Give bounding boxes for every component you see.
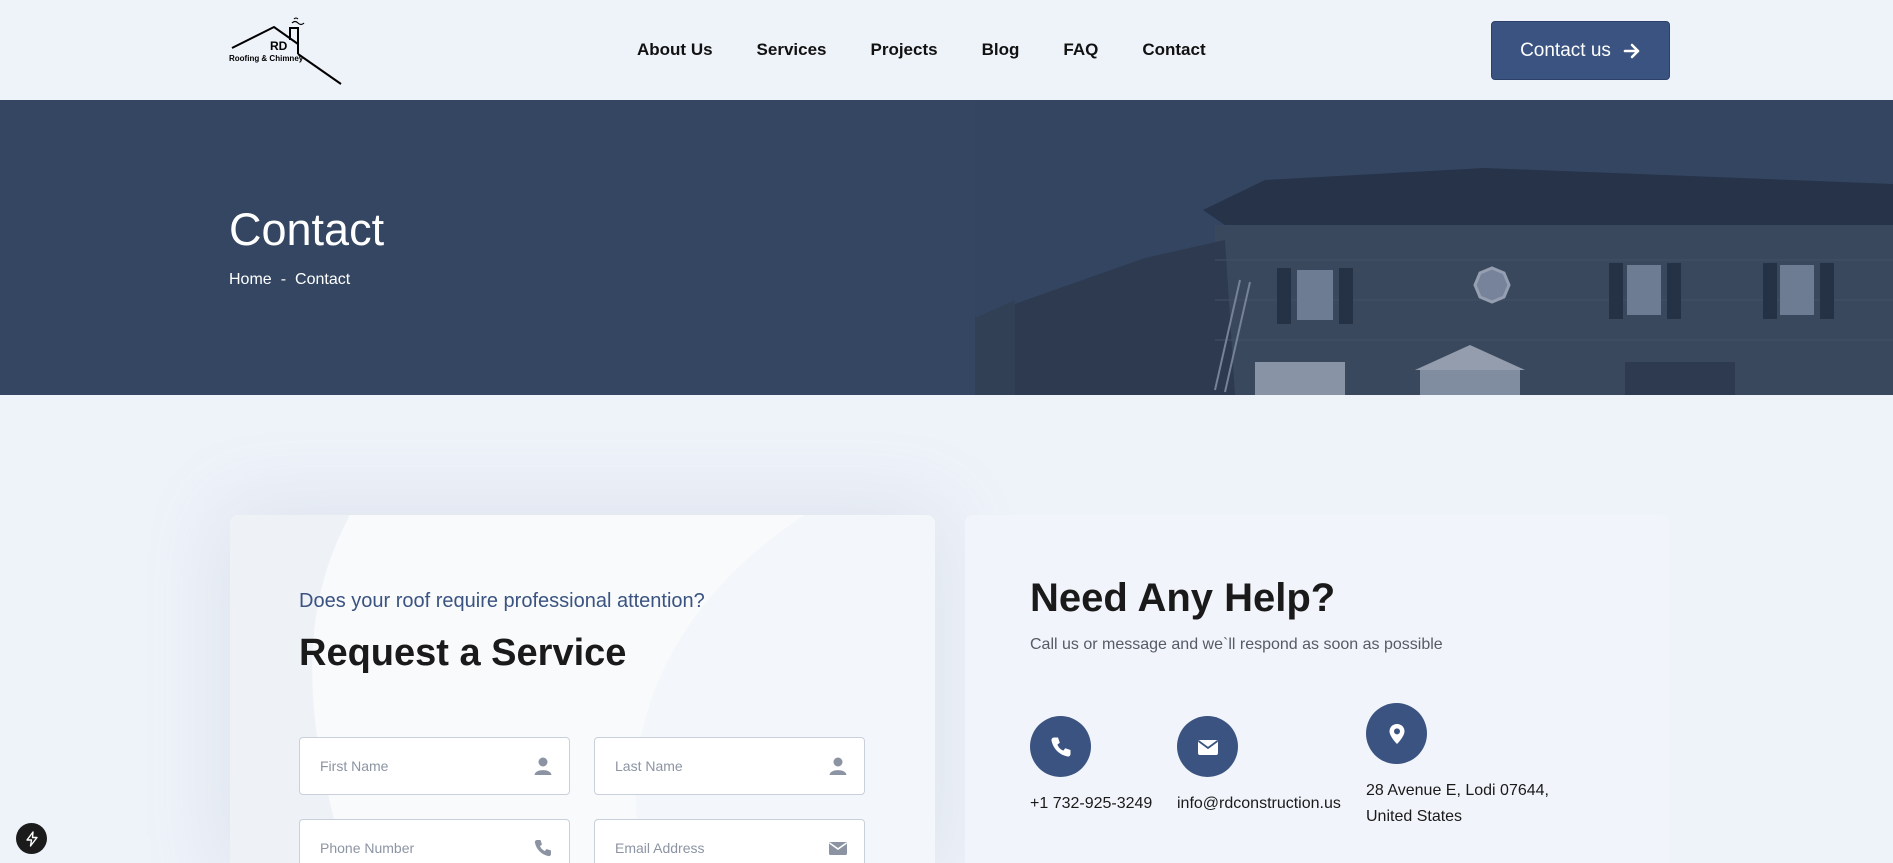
user-icon [829, 757, 847, 775]
first-name-field[interactable] [299, 737, 570, 795]
breadcrumb-current: Contact [295, 271, 351, 288]
nav-item-blog[interactable]: Blog [982, 40, 1020, 60]
address-line-1: 28 Avenue E, Lodi 07644, [1366, 782, 1549, 799]
brand-logo[interactable]: RD Roofing & Chimney [228, 14, 343, 86]
phone-icon [534, 840, 551, 857]
floating-widget-button[interactable] [16, 823, 47, 854]
location-contact-button[interactable] [1366, 703, 1427, 764]
user-icon [534, 757, 552, 775]
main-nav: About Us Services Projects Blog FAQ Cont… [637, 40, 1206, 60]
envelope-icon [1197, 739, 1218, 755]
form-title: Request a Service [299, 632, 627, 674]
address-text: 28 Avenue E, Lodi 07644, United States [1366, 778, 1549, 830]
nav-item-faq[interactable]: FAQ [1063, 40, 1098, 60]
arrow-right-icon [1623, 43, 1640, 58]
nav-item-about-us[interactable]: About Us [637, 40, 713, 60]
breadcrumb-separator: - [280, 271, 287, 288]
map-pin-icon [1389, 723, 1404, 744]
help-subtitle: Call us or message and we`ll respond as … [1030, 636, 1443, 653]
request-service-card [230, 515, 935, 863]
phone-contact-button[interactable] [1030, 716, 1091, 777]
email-contact-button[interactable] [1177, 716, 1238, 777]
nav-item-services[interactable]: Services [757, 40, 827, 60]
last-name-input[interactable] [595, 738, 864, 794]
help-title: Need Any Help? [1030, 576, 1336, 620]
breadcrumb: Home - Contact [229, 271, 350, 289]
envelope-icon [829, 842, 847, 855]
logo-text-main: RD [270, 39, 288, 53]
contact-us-button-label: Contact us [1520, 39, 1611, 61]
phone-number-field[interactable] [299, 819, 570, 863]
last-name-field[interactable] [594, 737, 865, 795]
logo-text-sub: Roofing & Chimney [229, 54, 304, 63]
email-address-input[interactable] [595, 820, 864, 863]
email-address-text[interactable]: info@rdconstruction.us [1177, 791, 1341, 817]
phone-number-text[interactable]: +1 732-925-3249 [1030, 791, 1152, 817]
first-name-input[interactable] [300, 738, 569, 794]
bolt-icon [25, 830, 38, 847]
contact-us-button[interactable]: Contact us [1491, 21, 1670, 80]
nav-item-projects[interactable]: Projects [871, 40, 938, 60]
page-hero: Contact Home - Contact [0, 100, 1893, 395]
email-address-field[interactable] [594, 819, 865, 863]
phone-number-input[interactable] [300, 820, 569, 863]
site-header: RD Roofing & Chimney About Us Services P… [0, 0, 1893, 100]
address-line-2: United States [1366, 808, 1463, 825]
nav-item-contact[interactable]: Contact [1142, 40, 1205, 60]
decorative-swoosh [230, 515, 805, 863]
house-hero-image [975, 100, 1893, 395]
phone-icon [1050, 737, 1070, 757]
breadcrumb-home-link[interactable]: Home [229, 271, 272, 289]
form-kicker: Does your roof require professional atte… [299, 590, 705, 612]
page-title: Contact [229, 204, 385, 255]
